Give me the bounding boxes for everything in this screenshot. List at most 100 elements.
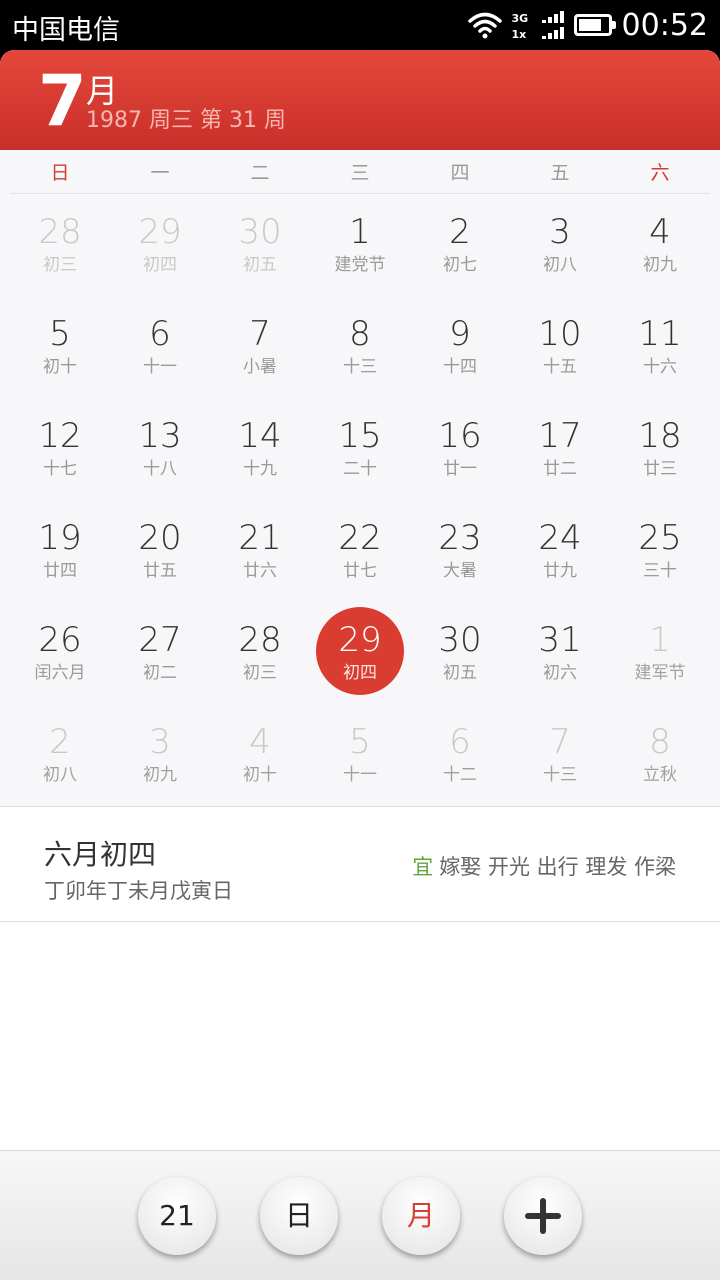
weekday-label: 二 <box>250 162 270 184</box>
calendar-day[interactable]: 20 廿五 <box>110 498 210 600</box>
day-number: 20 <box>138 518 182 558</box>
calendar-day[interactable]: 19 廿四 <box>10 498 110 600</box>
almanac-suitable: 宜嫁娶 开光 出行 理发 作梁 <box>412 851 676 881</box>
lunar-day: 廿二 <box>543 459 577 479</box>
day-number: 1 <box>649 620 671 660</box>
day-number: 30 <box>438 620 482 660</box>
lunar-day: 闰六月 <box>34 663 86 683</box>
calendar-day[interactable]: 31 初六 <box>510 600 610 702</box>
day-number: 1 <box>349 212 371 252</box>
day-number: 8 <box>349 314 371 354</box>
day-number: 17 <box>538 416 582 456</box>
weekday-label: 五 <box>550 162 570 184</box>
yi-label: 宜 <box>412 855 434 879</box>
lunar-day: 廿一 <box>443 459 477 479</box>
calendar-day[interactable]: 28 初三 <box>10 192 110 294</box>
calendar-day[interactable]: 16 廿一 <box>410 396 510 498</box>
lunar-day: 初九 <box>143 765 177 785</box>
calendar-day[interactable]: 17 廿二 <box>510 396 610 498</box>
lunar-day: 初三 <box>243 663 277 683</box>
calendar-day[interactable]: 2 初八 <box>10 702 110 804</box>
calendar-day[interactable]: 6 十二 <box>410 702 510 804</box>
lunar-day: 十四 <box>443 357 477 377</box>
calendar-day[interactable]: 26 闰六月 <box>10 600 110 702</box>
day-view-button[interactable]: 日 <box>260 1177 338 1255</box>
lunar-day: 初七 <box>443 255 477 275</box>
calendar-day[interactable]: 1 建党节 <box>310 192 410 294</box>
calendar-week-row: 2 初八 3 初九 4 初十 5 十一 6 十二 7 十三 8 立秋 <box>10 702 710 804</box>
lunar-day: 初六 <box>543 663 577 683</box>
calendar-day[interactable]: 11 十六 <box>610 294 710 396</box>
lunar-day: 初四 <box>343 663 377 683</box>
calendar-day[interactable]: 30 初五 <box>210 192 310 294</box>
calendar-day[interactable]: 7 小暑 <box>210 294 310 396</box>
yi-items: 嫁娶 开光 出行 理发 作梁 <box>439 855 676 879</box>
calendar-day[interactable]: 5 十一 <box>310 702 410 804</box>
calendar-day[interactable]: 27 初二 <box>110 600 210 702</box>
calendar-day[interactable]: 8 立秋 <box>610 702 710 804</box>
calendar-day[interactable]: 30 初五 <box>410 600 510 702</box>
calendar-day[interactable]: 22 廿七 <box>310 498 410 600</box>
calendar-week-row: 5 初十 6 十一 7 小暑 8 十三 9 十四 10 十五 11 十六 <box>10 294 710 396</box>
calendar-day[interactable]: 3 初九 <box>110 702 210 804</box>
day-number: 29 <box>338 620 382 660</box>
battery-icon <box>573 14 616 36</box>
calendar-day[interactable]: 12 十七 <box>10 396 110 498</box>
calendar-day[interactable]: 15 二十 <box>310 396 410 498</box>
calendar-day[interactable]: 25 三十 <box>610 498 710 600</box>
ganzhi-date: 丁卯年丁未月戊寅日 <box>44 879 233 903</box>
weekday-label: 四 <box>450 162 470 184</box>
calendar-day[interactable]: 21 廿六 <box>210 498 310 600</box>
calendar-day[interactable]: 4 初九 <box>610 192 710 294</box>
calendar-day[interactable]: 7 十三 <box>510 702 610 804</box>
lunar-day: 十六 <box>643 357 677 377</box>
day-number: 4 <box>249 722 271 762</box>
calendar-day[interactable]: 23 大暑 <box>410 498 510 600</box>
lunar-day: 立秋 <box>643 765 677 785</box>
day-number: 18 <box>638 416 682 456</box>
lunar-day: 十九 <box>243 459 277 479</box>
day-number: 3 <box>149 722 171 762</box>
calendar-day[interactable]: 10 十五 <box>510 294 610 396</box>
calendar-day[interactable]: 8 十三 <box>310 294 410 396</box>
status-bar: 中国电信 3G 1x 00:52 <box>0 0 720 50</box>
weekday-label: 日 <box>50 162 70 184</box>
day-info-panel[interactable]: 六月初四 丁卯年丁未月戊寅日 宜嫁娶 开光 出行 理发 作梁 <box>0 806 720 922</box>
calendar-day[interactable]: 6 十一 <box>110 294 210 396</box>
day-number: 31 <box>538 620 582 660</box>
day-number: 4 <box>649 212 671 252</box>
calendar-day[interactable]: 14 十九 <box>210 396 310 498</box>
today-button[interactable]: 21 <box>138 1177 216 1255</box>
calendar-day[interactable]: 2 初七 <box>410 192 510 294</box>
lunar-day: 建军节 <box>634 663 686 683</box>
calendar-day[interactable]: 13 十八 <box>110 396 210 498</box>
calendar-day[interactable]: 29 初四 <box>110 192 210 294</box>
calendar-day[interactable]: 9 十四 <box>410 294 510 396</box>
lunar-day: 廿六 <box>243 561 277 581</box>
calendar-day-selected[interactable]: 29 初四 <box>310 600 410 702</box>
lunar-day: 十一 <box>143 357 177 377</box>
calendar-day[interactable]: 5 初十 <box>10 294 110 396</box>
day-number: 13 <box>138 416 182 456</box>
month-header[interactable]: 7 月 1987 周三 第 31 周 <box>0 50 720 150</box>
bottom-toolbar: 21 日 月 <box>0 1150 720 1280</box>
day-number: 30 <box>238 212 282 252</box>
lunar-day: 十三 <box>343 357 377 377</box>
calendar-day[interactable]: 28 初三 <box>210 600 310 702</box>
calendar-week-row: 26 闰六月 27 初二 28 初三 29 初四 30 初五 31 初六 1 建军节 <box>10 600 710 702</box>
carrier-name: 中国电信 <box>12 15 120 46</box>
calendar-day[interactable]: 1 建军节 <box>610 600 710 702</box>
network-type-top: 3G <box>511 12 529 25</box>
lunar-day: 十八 <box>143 459 177 479</box>
calendar-day[interactable]: 18 廿三 <box>610 396 710 498</box>
month-view-button[interactable]: 月 <box>382 1177 460 1255</box>
calendar-week-row: 12 十七 13 十八 14 十九 15 二十 16 廿一 17 廿二 18 廿三 <box>10 396 710 498</box>
day-number: 27 <box>138 620 182 660</box>
day-number: 19 <box>38 518 82 558</box>
calendar-day[interactable]: 24 廿九 <box>510 498 610 600</box>
calendar-grid: 28 初三 29 初四 30 初五 1 建党节 2 初七 3 初八 4 初九 5 初十 6 十一 7 小暑 8 十三 9 十四… <box>10 192 710 804</box>
calendar-day[interactable]: 3 初八 <box>510 192 610 294</box>
day-number: 9 <box>449 314 471 354</box>
calendar-day[interactable]: 4 初十 <box>210 702 310 804</box>
add-event-button[interactable] <box>504 1177 582 1255</box>
